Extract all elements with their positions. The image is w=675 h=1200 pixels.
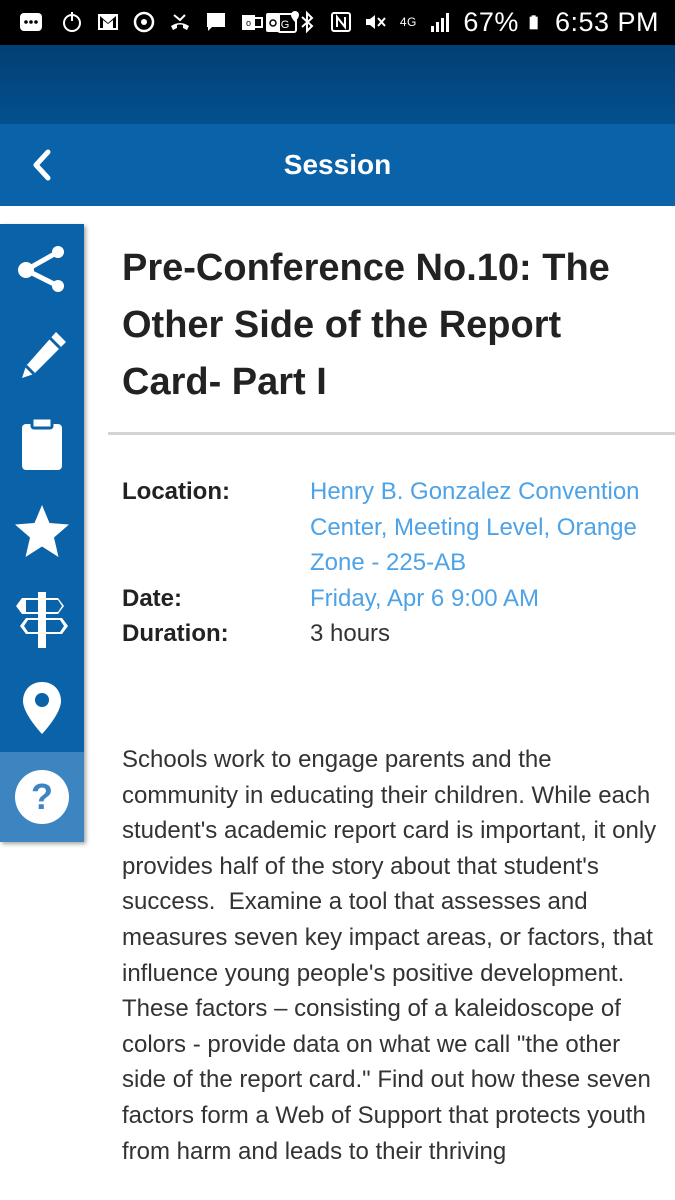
message-icon [207,13,225,31]
help-button[interactable]: ? [0,752,84,842]
location-button[interactable] [0,664,84,752]
battery-icon [529,15,538,30]
svg-text:?: ? [31,776,53,817]
favorite-button[interactable] [0,488,84,576]
action-sidebar: ? [0,224,84,842]
back-button[interactable] [18,140,68,190]
location-link[interactable]: Henry B. Gonzalez Convention Center, Mee… [310,474,655,581]
signal-icon [431,13,450,32]
mute-icon [366,15,387,29]
duration-label: Duration: [122,620,229,647]
signpost-button[interactable] [0,576,84,664]
power-icon [63,12,81,32]
outlook-icon: o [242,15,263,30]
network-label: 4G [399,15,417,29]
signpost-icon [16,592,68,648]
duration-value: 3 hours [310,620,391,647]
map-pin-icon [23,682,61,734]
session-description: Schools work to engage parents and the c… [122,746,663,1165]
share-button[interactable] [0,224,84,312]
missed-call-icon [171,14,189,30]
sync-icon [133,11,155,33]
session-title: Pre-Conference No.10: The Other Side of … [122,247,610,403]
gmail-icon [98,14,118,30]
clipboard-button[interactable] [0,400,84,488]
location-label: Location: [122,478,230,505]
status-left-icons: o G [14,6,300,38]
recycle-icon [266,13,281,32]
nfc-icon [331,12,352,32]
help-icon: ? [15,770,69,824]
svg-text:o: o [246,18,251,28]
page-title: Session [283,149,392,180]
status-right-icons: 4G 67% 6:53 PM [261,6,659,38]
bluetooth-icon [301,10,314,34]
clock: 6:53 PM [554,6,659,37]
top-band [0,45,675,124]
notes-button[interactable] [0,312,84,400]
pencil-icon [22,332,66,378]
battery-percent: 67% [463,6,519,37]
app-bar: Session [0,124,675,206]
more-icon [20,13,42,31]
star-icon [15,505,69,557]
clipboard-icon [22,416,62,470]
share-icon [18,246,64,292]
date-label: Date: [122,585,183,612]
chevron-left-icon [33,149,51,181]
status-bar: o G 4G 67% 6:53 PM [0,0,675,45]
session-title-area: Pre-Conference No.10: The Other Side of … [108,210,675,435]
date-link[interactable]: Friday, Apr 6 9:00 AM [310,581,655,617]
